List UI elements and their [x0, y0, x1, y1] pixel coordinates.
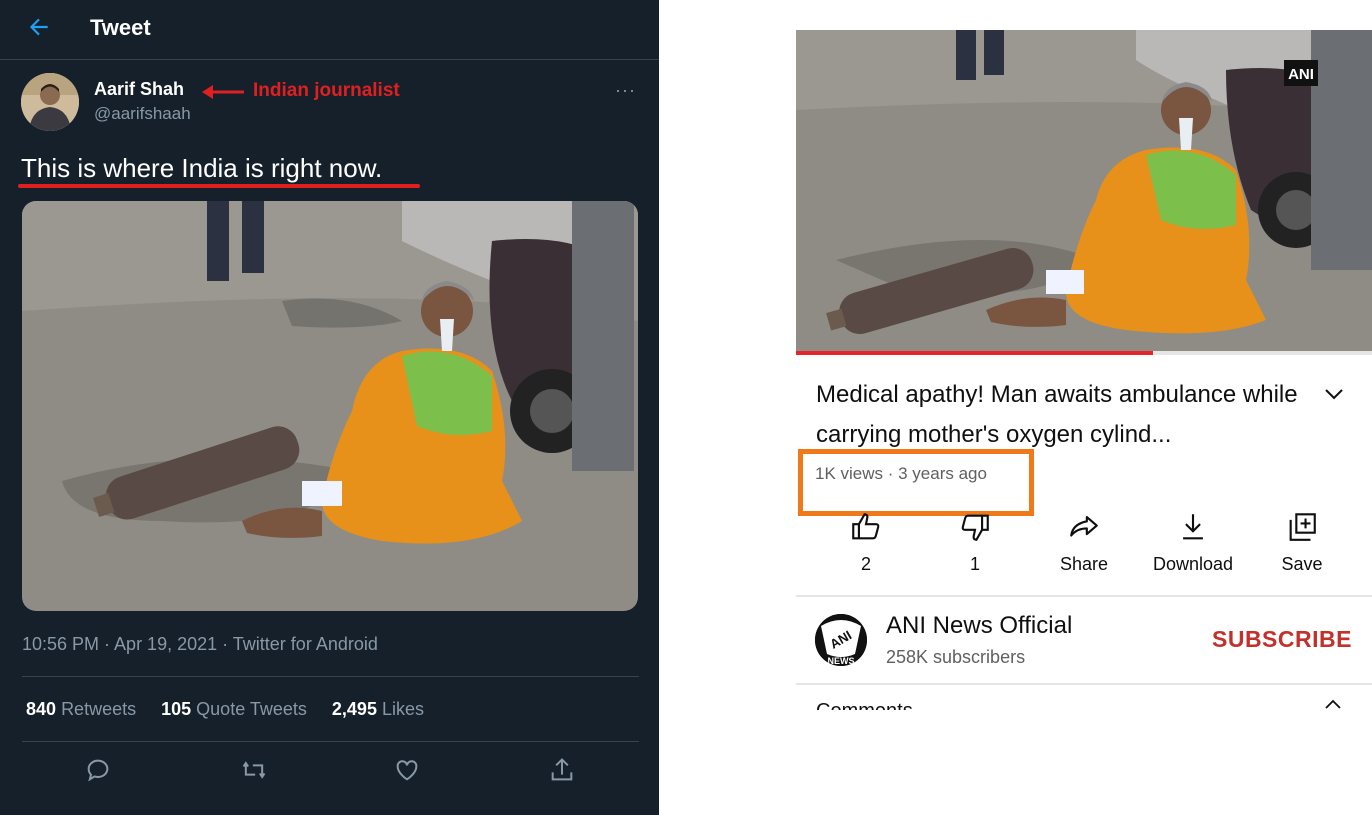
share-icon[interactable]: [548, 756, 576, 784]
tweet-photo[interactable]: [22, 201, 638, 611]
retweets-stat[interactable]: 840 Retweets: [26, 699, 136, 720]
tweet-panel: Tweet Aarif Shah @aarifshaah Indian jour…: [0, 0, 659, 815]
avatar[interactable]: [21, 73, 79, 131]
divider: [22, 676, 639, 677]
annotation-arrow-icon: [202, 85, 244, 99]
reply-icon[interactable]: [84, 756, 112, 784]
tweet-stats: 840 Retweets 105 Quote Tweets 2,495 Like…: [26, 699, 424, 720]
channel-logo-subtext: NEWS: [828, 656, 855, 666]
chevron-up-icon[interactable]: [1324, 698, 1342, 710]
divider: [796, 595, 1372, 597]
channel-name[interactable]: ANI News Official: [886, 612, 1072, 640]
progress-bar[interactable]: [796, 351, 1372, 355]
download-label: Download: [1152, 554, 1234, 574]
retweet-icon[interactable]: [240, 756, 268, 784]
likes-stat[interactable]: 2,495 Likes: [332, 699, 424, 720]
channel-avatar[interactable]: ANI NEWS: [815, 614, 867, 666]
save-icon: [1289, 513, 1316, 541]
watermark-logo: ANI: [1288, 66, 1314, 83]
comments-header[interactable]: Comments: [816, 700, 913, 710]
like-count: 2: [860, 554, 871, 574]
more-options-icon[interactable]: ···: [615, 80, 636, 101]
save-label: Save: [1281, 554, 1323, 574]
chevron-down-icon[interactable]: [1322, 382, 1346, 406]
progress-fill: [796, 351, 1154, 355]
subscribe-button[interactable]: SUBSCRIBE: [1212, 626, 1352, 653]
video-player[interactable]: ANI: [796, 30, 1372, 352]
youtube-panel: ANI Medical apathy! Man awaits ambulance…: [796, 30, 1372, 710]
author-handle[interactable]: @aarifshaah: [94, 104, 191, 124]
divider: [22, 741, 639, 742]
like-icon[interactable]: [393, 756, 421, 784]
dislike-button[interactable]: 1: [930, 510, 1020, 575]
share-label: Share: [1059, 554, 1109, 574]
save-button[interactable]: Save: [1257, 510, 1347, 575]
divider: [796, 683, 1372, 685]
download-icon: [1183, 514, 1203, 540]
annotation-underline: [18, 184, 420, 188]
video-title: Medical apathy! Man awaits ambulance whi…: [816, 381, 1298, 448]
tweet-timestamp: 10:56 PM · Apr 19, 2021 · Twitter for An…: [22, 634, 378, 654]
like-button[interactable]: 2: [821, 510, 911, 575]
highlight-box: [798, 449, 1034, 516]
share-icon: [1070, 516, 1098, 537]
dislike-count: 1: [969, 554, 980, 574]
thumbs-up-icon: [852, 513, 880, 540]
tweet-header: Tweet: [0, 0, 659, 60]
back-arrow-icon[interactable]: [26, 14, 52, 40]
author-name[interactable]: Aarif Shah: [94, 79, 184, 100]
annotation-label: Indian journalist: [253, 80, 400, 101]
quote-tweets-stat[interactable]: 105 Quote Tweets: [161, 699, 307, 720]
download-button[interactable]: Download: [1148, 510, 1238, 575]
page-title: Tweet: [90, 15, 151, 40]
tweet-text: This is where India is right now.: [21, 153, 383, 183]
subscriber-count: 258K subscribers: [886, 647, 1026, 667]
thumbs-down-icon: [961, 514, 989, 541]
share-button[interactable]: Share: [1039, 510, 1129, 575]
